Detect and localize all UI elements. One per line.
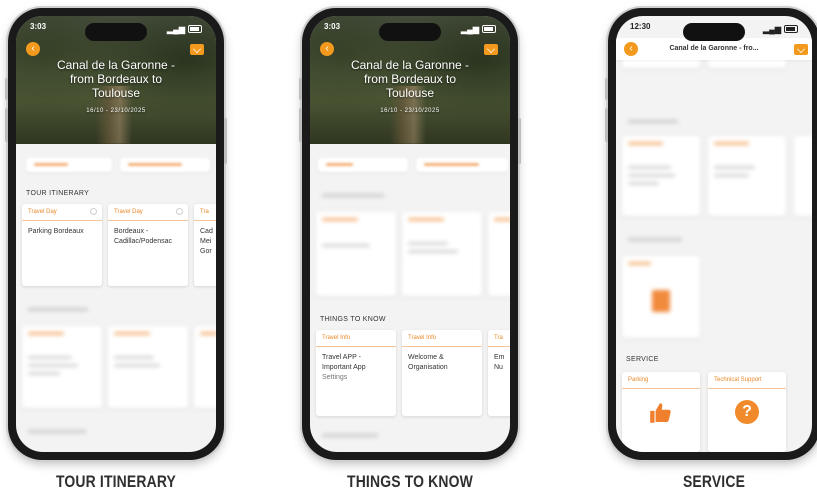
question-icon: ? xyxy=(708,400,786,424)
back-button[interactable]: ‹ xyxy=(624,42,638,56)
info-icon[interactable] xyxy=(90,208,97,215)
signal-icon: ▂▄▆ xyxy=(763,24,781,34)
info-icon[interactable] xyxy=(176,208,183,215)
tab-pill[interactable] xyxy=(26,158,112,172)
dynamic-island xyxy=(379,23,441,41)
itinerary-card[interactable]: Travel Day Bordeaux - Cadillac/Podensac xyxy=(108,204,188,286)
card-category: Parking xyxy=(628,377,649,383)
card-title: Parking Bordeaux xyxy=(28,228,84,235)
status-time: 3:03 xyxy=(30,22,47,31)
itinerary-card[interactable]: Tra Cad Mei Gor xyxy=(194,204,216,286)
status-time: 12:30 xyxy=(630,22,651,31)
back-icon: ‹ xyxy=(31,43,35,54)
blurred-card xyxy=(22,326,102,408)
info-card[interactable]: Travel Info Welcome & Organisation xyxy=(402,330,482,416)
card-category: Travel Info xyxy=(408,335,437,341)
header-title: Canal de la Garonne - fro... xyxy=(669,45,759,52)
service-card-technical-support[interactable]: Technical Support ? xyxy=(708,372,786,452)
card-title: Travel APP - Important App xyxy=(322,354,366,371)
card-subtitle: Settings xyxy=(322,374,348,381)
card-category: Tra xyxy=(200,209,209,215)
blurred-card xyxy=(402,212,482,296)
tab-pill[interactable] xyxy=(120,158,210,172)
signal-icon: ▂▄▆ xyxy=(461,24,479,34)
section-label-things-to-know: THINGS TO KNOW xyxy=(320,316,386,323)
blurred-card xyxy=(194,326,216,408)
info-card[interactable]: Travel Info Travel APP - Important App Se… xyxy=(316,330,396,416)
card-category: Technical Support xyxy=(714,377,762,383)
dynamic-island xyxy=(85,23,147,41)
battery-icon xyxy=(784,25,798,33)
itinerary-card[interactable]: Travel Day Parking Bordeaux xyxy=(22,204,102,286)
caption-service: SERVICE xyxy=(682,472,746,491)
card-category: Travel Day xyxy=(114,209,143,215)
signal-icon: ▂▄▆ xyxy=(167,24,185,34)
blurred-card xyxy=(794,136,812,216)
caption-tour-itinerary: TOUR ITINERARY xyxy=(55,472,177,491)
thumbs-up-icon xyxy=(622,400,700,431)
tab-pill[interactable] xyxy=(416,158,508,172)
back-icon: ‹ xyxy=(629,43,633,54)
header-bar: Canal de la Garonne - fro... xyxy=(616,38,812,60)
screen: 3:03 ▂▄▆ Canal de la Garonne - from Bord… xyxy=(16,16,216,452)
phone-service: 12:30 ▂▄▆ Canal de la Garonne - fro... ‹… xyxy=(605,8,817,460)
info-card[interactable]: Tra Em Nu xyxy=(488,330,510,416)
status-time: 3:03 xyxy=(324,22,341,31)
section-label-tour-itinerary: TOUR ITINERARY xyxy=(26,190,90,197)
card-category: Tra xyxy=(494,335,503,341)
tab-pill[interactable] xyxy=(318,158,408,172)
blurred-card xyxy=(622,256,700,338)
mail-icon[interactable] xyxy=(794,44,808,55)
screen: 12:30 ▂▄▆ Canal de la Garonne - fro... ‹… xyxy=(616,16,812,452)
card-title: Bordeaux - Cadillac/Podensac xyxy=(114,228,172,245)
blurred-card xyxy=(316,212,396,296)
blurred-card xyxy=(622,136,700,216)
screen: 3:03 ▂▄▆ Canal de la Garonne - from Bord… xyxy=(310,16,510,452)
hero-title: Canal de la Garonne - from Bordeaux to T… xyxy=(56,58,176,100)
card-title: Welcome & Organisation xyxy=(408,354,448,371)
mail-icon[interactable] xyxy=(190,44,204,55)
battery-icon xyxy=(482,25,496,33)
battery-icon xyxy=(188,25,202,33)
caption-things-to-know: THINGS TO KNOW xyxy=(347,472,473,491)
card-category: Travel Info xyxy=(322,335,351,341)
section-label-service: SERVICE xyxy=(626,356,659,363)
back-icon: ‹ xyxy=(325,43,329,54)
phone-tour-itinerary: 3:03 ▂▄▆ Canal de la Garonne - from Bord… xyxy=(5,8,227,460)
service-card-parking[interactable]: Parking xyxy=(622,372,700,452)
dynamic-island xyxy=(683,23,745,41)
blurred-card xyxy=(708,136,786,216)
hero-dates: 16/10 - 23/10/2025 xyxy=(380,108,440,114)
card-title: Cad Mei Gor xyxy=(200,228,213,255)
back-button[interactable]: ‹ xyxy=(26,42,40,56)
mail-icon[interactable] xyxy=(484,44,498,55)
card-category: Travel Day xyxy=(28,209,57,215)
phone-things-to-know: 3:03 ▂▄▆ Canal de la Garonne - from Bord… xyxy=(299,8,521,460)
hero-title: Canal de la Garonne - from Bordeaux to T… xyxy=(350,58,470,100)
card-title: Em Nu xyxy=(494,354,505,371)
blurred-card xyxy=(108,326,188,408)
blurred-card xyxy=(488,212,510,296)
back-button[interactable]: ‹ xyxy=(320,42,334,56)
hero-dates: 16/10 - 23/10/2025 xyxy=(86,108,146,114)
